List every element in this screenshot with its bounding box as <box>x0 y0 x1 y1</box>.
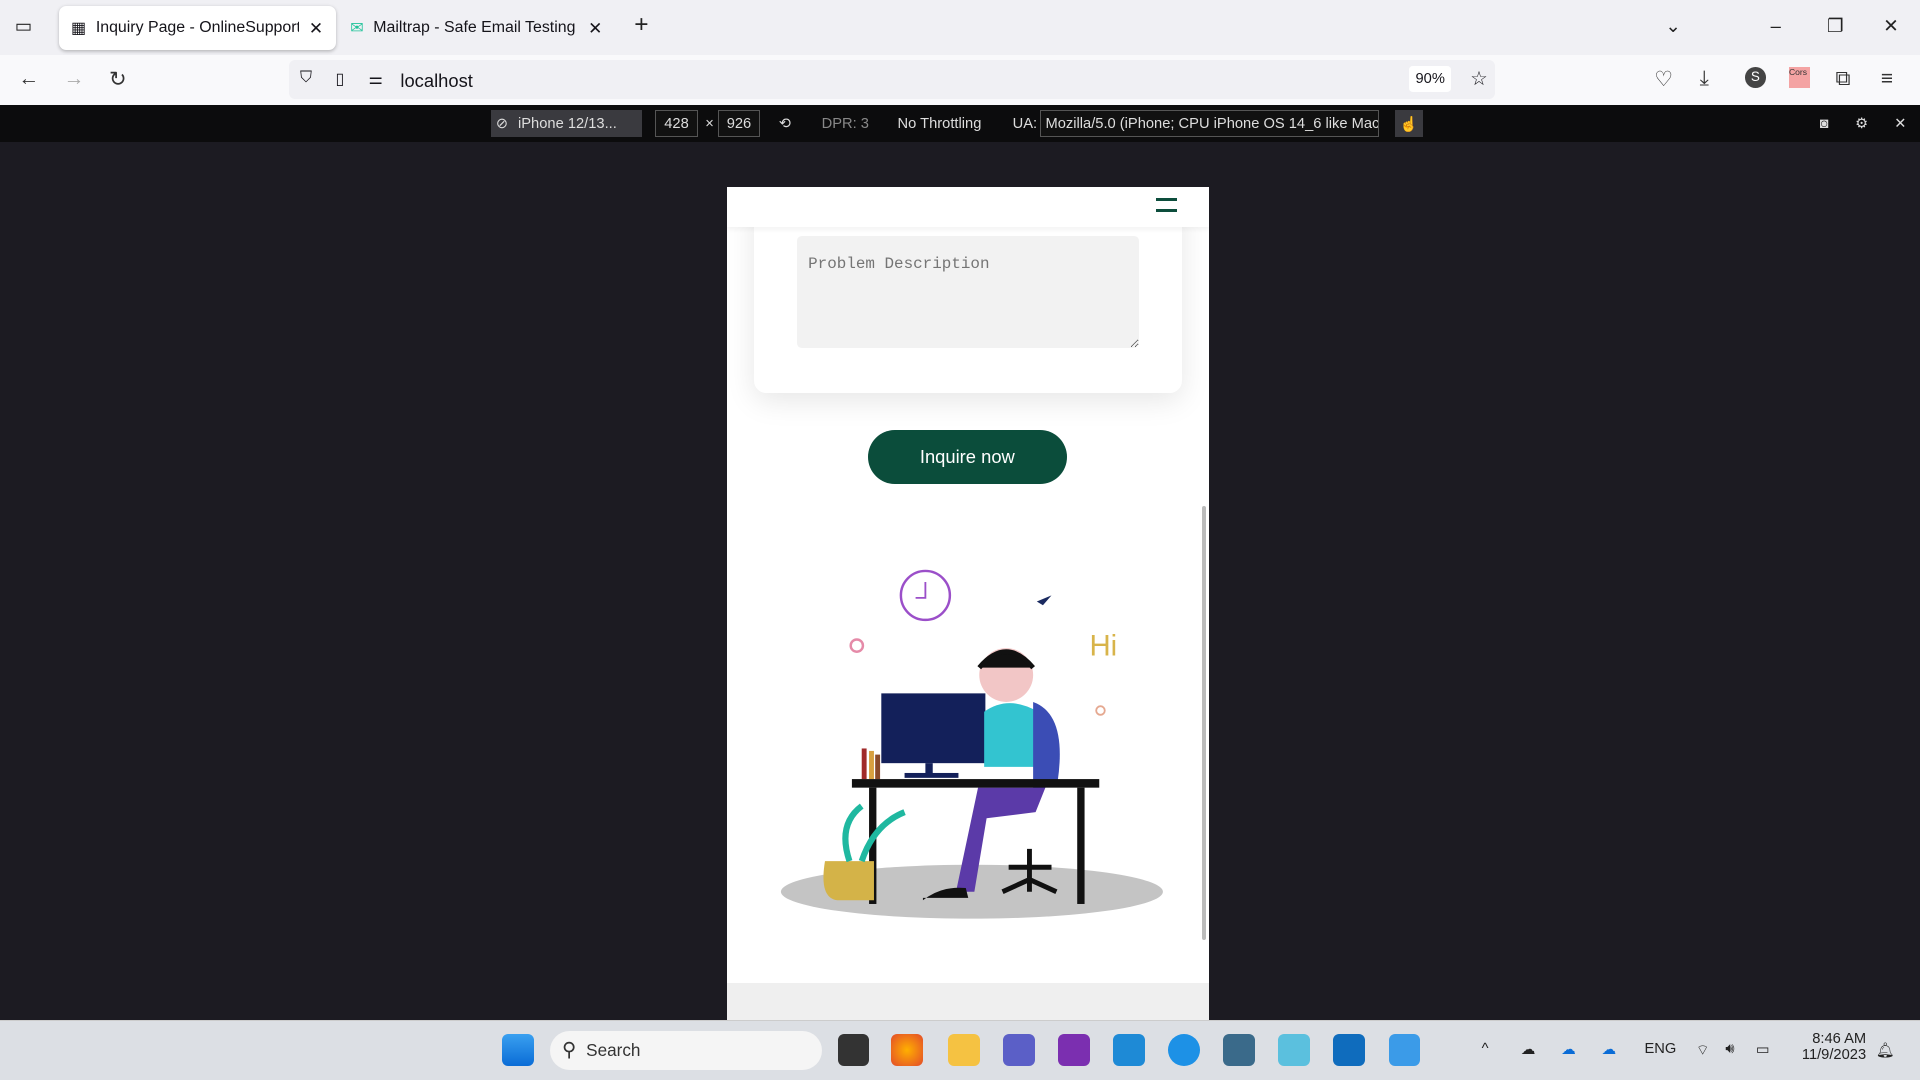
ua-label: UA: <box>1012 115 1038 132</box>
page-icon[interactable]: ▯ <box>335 69 344 89</box>
time: 8:46 AM <box>1812 1030 1867 1047</box>
new-tab-icon[interactable]: + <box>634 11 648 39</box>
permissions-icon[interactable]: ⚌ <box>369 69 383 89</box>
page-header <box>727 187 1209 227</box>
device-name: iPhone 12/13... <box>518 115 617 132</box>
onedrive-icon[interactable]: ☁ <box>1561 1041 1576 1058</box>
photos-icon[interactable] <box>1388 1034 1421 1067</box>
tab-title: Mailtrap - Safe Email Testing <box>373 19 576 37</box>
cloud-icon[interactable]: ☁ <box>1521 1041 1536 1058</box>
page-scrollbar[interactable] <box>1202 505 1207 941</box>
touch-simulation-icon[interactable]: ☝ <box>1394 110 1423 138</box>
account-icon[interactable]: S <box>1744 67 1766 89</box>
close-tab-icon[interactable]: ✕ <box>588 18 602 39</box>
chevron-down-icon[interactable]: ⌄ <box>1665 15 1680 37</box>
vscode-icon[interactable] <box>1113 1034 1145 1067</box>
problem-description-input[interactable] <box>797 236 1139 348</box>
taskbar: ⚲ Search ^ ☁ ☁ ☁ ENG ⌔ 🔊︎ ▭ 8:46 AM 11/9/… <box>0 1020 1920 1080</box>
device-selector[interactable]: ⊘ iPhone 12/13... <box>491 110 642 138</box>
throttling-selector[interactable]: No Throttling <box>893 110 987 137</box>
tab-title: Inquiry Page - OnlineSupportSy <box>95 19 300 37</box>
tab-bar: ▭ ▦ Inquiry Page - OnlineSupportSy ✕ ✉ M… <box>0 0 1920 56</box>
hamburger-menu-icon[interactable] <box>1155 198 1177 220</box>
height-input[interactable]: 926 <box>717 110 761 138</box>
shield-icon[interactable]: ⛉ <box>300 69 312 87</box>
download-icon[interactable]: ⤓ <box>1700 67 1709 91</box>
tab-list-icon[interactable]: ▭ <box>15 15 32 37</box>
forward-icon[interactable]: → <box>64 67 85 91</box>
file-explorer-icon[interactable] <box>947 1034 980 1067</box>
url-text[interactable]: localhost <box>400 70 472 92</box>
back-icon[interactable]: ← <box>18 67 39 91</box>
width-input[interactable]: 428 <box>655 110 698 138</box>
onedrive-icon-2[interactable]: ☁ <box>1602 1041 1617 1058</box>
date: 11/9/2023 <box>1801 1046 1867 1063</box>
extensions-icon[interactable]: ⧉ <box>1836 67 1851 91</box>
user-agent-input[interactable]: Mozilla/5.0 (iPhone; CPU iPhone OS 14_6 … <box>1039 110 1379 138</box>
minimize-icon[interactable]: – <box>1771 15 1781 37</box>
notification-bell-icon[interactable]: 🔔︎ <box>1876 1041 1895 1059</box>
start-icon[interactable] <box>502 1034 534 1067</box>
bookmark-star-icon[interactable]: ☆ <box>1470 67 1488 91</box>
notepad-icon[interactable] <box>1278 1034 1311 1067</box>
hi-text: Hi <box>1090 629 1118 662</box>
taskbar-search[interactable]: ⚲ Search <box>549 1030 822 1070</box>
nav-bar: ← → ↻ ⛉ ▯ ⚌ localhost 90% ☆ ♡ ⤓ S Cors ⧉… <box>0 55 1920 107</box>
clock[interactable]: 8:46 AM 11/9/2023 <box>1798 1030 1867 1063</box>
close-window-icon[interactable]: ✕ <box>1883 15 1898 37</box>
mysql-workbench-icon[interactable] <box>1223 1034 1256 1067</box>
onenote-icon[interactable] <box>1057 1034 1090 1067</box>
dpr-selector[interactable]: DPR: 3 <box>817 110 874 137</box>
viewport-stage: Inquire now Hi <box>0 142 1920 1020</box>
screenshot-icon[interactable]: ◙ <box>1815 110 1834 137</box>
inquiry-form-card <box>754 199 1182 394</box>
close-rdm-icon[interactable]: ✕ <box>1889 110 1911 137</box>
reload-icon[interactable]: ↻ <box>109 67 126 92</box>
times-label: × <box>705 115 714 132</box>
pocket-icon[interactable]: ♡ <box>1654 67 1673 92</box>
docker-icon[interactable] <box>1168 1034 1200 1067</box>
menu-icon[interactable]: ≡ <box>1881 67 1893 91</box>
zoom-level[interactable]: 90% <box>1409 66 1452 92</box>
settings-icon[interactable]: ⚙ <box>1850 110 1873 137</box>
search-label: Search <box>586 1039 641 1060</box>
support-agent-illustration: Hi <box>781 569 1164 919</box>
mailtrap-favicon-icon: ✉ <box>350 20 364 38</box>
cors-extension-icon[interactable]: Cors <box>1788 67 1810 89</box>
inquire-now-button[interactable]: Inquire now <box>868 429 1067 484</box>
url-bar[interactable]: ⛉ ▯ ⚌ localhost 90% ☆ <box>288 59 1496 100</box>
restore-icon[interactable]: ❐ <box>1827 15 1843 37</box>
tab-inquiry[interactable]: ▦ Inquiry Page - OnlineSupportSy ✕ <box>58 6 336 51</box>
page-footer <box>727 983 1209 1020</box>
battery-icon[interactable]: ▭ <box>1756 1041 1770 1058</box>
close-tab-icon[interactable]: ✕ <box>309 18 323 39</box>
language-indicator[interactable]: ENG <box>1645 1041 1677 1057</box>
wifi-icon[interactable]: ⌔ <box>1696 1041 1710 1060</box>
outlook-icon[interactable] <box>1333 1034 1366 1067</box>
responsive-design-toolbar: ⊘ iPhone 12/13... 428 × 926 ⟲ DPR: 3 No T… <box>0 105 1920 144</box>
search-icon: ⚲ <box>562 1039 577 1062</box>
device-icon: ⊘ <box>495 116 509 133</box>
firefox-icon[interactable] <box>891 1034 924 1067</box>
teams-icon[interactable] <box>1002 1034 1035 1067</box>
mobile-viewport: Inquire now Hi <box>727 187 1209 1020</box>
rotate-icon[interactable]: ⟲ <box>774 110 796 137</box>
tab-mailtrap[interactable]: ✉ Mailtrap - Safe Email Testing ✕ <box>338 6 615 50</box>
page-favicon-icon: ▦ <box>71 20 87 38</box>
tray-chevron-icon[interactable]: ^ <box>1482 1041 1489 1057</box>
task-view-icon[interactable] <box>837 1034 870 1067</box>
volume-icon[interactable]: 🔊︎ <box>1725 1041 1734 1057</box>
